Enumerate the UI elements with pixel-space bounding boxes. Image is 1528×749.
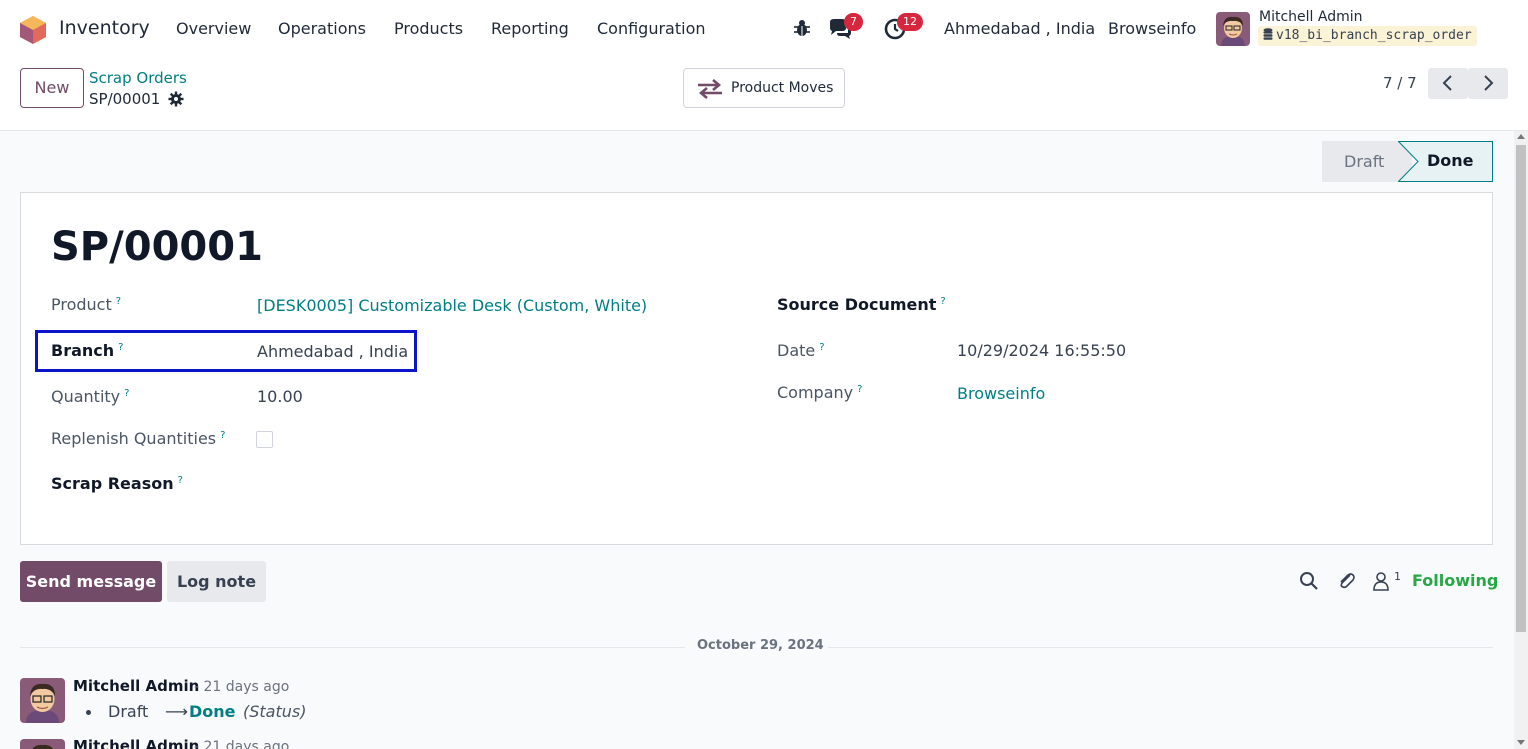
help-tooltip-icon[interactable]: ?: [178, 475, 183, 486]
help-tooltip-icon[interactable]: ?: [220, 430, 225, 441]
quantity-label: Quantity?: [51, 387, 130, 406]
record-title: SP/00001: [51, 224, 263, 270]
quantity-field[interactable]: 10.00: [257, 387, 303, 406]
tracking-old-value: Draft: [108, 702, 149, 721]
search-icon[interactable]: [1299, 571, 1319, 591]
product-field[interactable]: [DESK0005] Customizable Desk (Custom, Wh…: [257, 296, 647, 315]
menu-reporting[interactable]: Reporting: [491, 19, 569, 38]
database-name: v18_bi_branch_scrap_order: [1276, 28, 1472, 43]
database-tag: v18_bi_branch_scrap_order: [1258, 26, 1477, 46]
following-button[interactable]: Following: [1412, 571, 1498, 590]
date-separator-line-left: [20, 647, 685, 648]
message-time: - 21 days ago: [194, 739, 290, 749]
company-switcher[interactable]: Browseinfo: [1108, 19, 1196, 38]
activity-count-badge: 12: [897, 13, 923, 31]
scrollbar-thumb[interactable]: [1516, 145, 1526, 632]
replenish-checkbox[interactable]: [256, 431, 273, 448]
menu-products[interactable]: Products: [394, 19, 463, 38]
followers-person-icon[interactable]: [1371, 571, 1391, 591]
status-done-label[interactable]: Done: [1427, 151, 1474, 170]
pager-next-button[interactable]: [1468, 68, 1508, 99]
database-icon: [1263, 28, 1273, 40]
date-separator-line-right: [828, 647, 1493, 648]
branch-label: Branch?: [51, 341, 124, 360]
help-tooltip-icon[interactable]: ?: [819, 342, 824, 353]
menu-configuration[interactable]: Configuration: [597, 19, 706, 38]
scroll-up-arrow-icon[interactable]: [1517, 134, 1525, 139]
message-time: - 21 days ago: [194, 679, 290, 695]
help-tooltip-icon[interactable]: ?: [118, 342, 123, 353]
source-document-label: Source Document?: [777, 295, 946, 314]
new-button[interactable]: New: [20, 68, 84, 108]
top-navbar: Inventory Overview Operations Products R…: [0, 0, 1528, 57]
date-field[interactable]: 10/29/2024 16:55:50: [957, 341, 1126, 360]
message-author-avatar[interactable]: [20, 678, 65, 723]
app-name[interactable]: Inventory: [59, 17, 150, 39]
paperclip-icon[interactable]: [1337, 571, 1357, 591]
product-moves-button[interactable]: Product Moves: [683, 68, 845, 108]
gear-icon[interactable]: [168, 91, 184, 107]
transfer-arrows-icon: [698, 79, 722, 99]
scroll-down-arrow-icon[interactable]: [1517, 740, 1525, 745]
followers-count[interactable]: 1: [1394, 570, 1401, 583]
debug-bug-icon[interactable]: [792, 18, 812, 38]
help-tooltip-icon[interactable]: ?: [940, 296, 945, 307]
tracking-field-name: (Status): [243, 702, 307, 721]
breadcrumb-current-record: SP/00001: [89, 90, 161, 108]
tracking-bullet: [86, 710, 91, 715]
menu-operations[interactable]: Operations: [278, 19, 366, 38]
help-tooltip-icon[interactable]: ?: [857, 384, 862, 395]
product-moves-label: Product Moves: [731, 80, 834, 96]
message-author[interactable]: Mitchell Admin: [73, 737, 199, 749]
message-author[interactable]: Mitchell Admin: [73, 677, 199, 695]
menu-overview[interactable]: Overview: [176, 19, 251, 38]
log-note-button[interactable]: Log note: [167, 561, 266, 602]
branch-field[interactable]: Ahmedabad , India: [257, 342, 408, 361]
chat-count-badge: 7: [844, 13, 863, 31]
help-tooltip-icon[interactable]: ?: [124, 388, 129, 399]
pager-value[interactable]: 7 / 7: [1383, 74, 1417, 92]
company-label: Company?: [777, 383, 863, 402]
branch-switcher[interactable]: Ahmedabad , India: [944, 19, 1095, 38]
inventory-app-icon[interactable]: [19, 15, 47, 45]
date-label: Date?: [777, 341, 825, 360]
pager-previous-button[interactable]: [1428, 68, 1468, 99]
user-avatar[interactable]: [1216, 12, 1250, 46]
scrap-reason-label: Scrap Reason?: [51, 474, 183, 493]
product-label: Product?: [51, 295, 122, 314]
message-author-avatar[interactable]: [20, 739, 65, 749]
tracking-arrow-icon: ⟶: [165, 702, 188, 721]
send-message-button[interactable]: Send message: [20, 561, 162, 602]
company-field[interactable]: Browseinfo: [957, 384, 1045, 403]
chevron-left-icon: [1442, 75, 1452, 91]
tracking-new-value: Done: [189, 702, 236, 721]
breadcrumb-scrap-orders[interactable]: Scrap Orders: [89, 69, 187, 87]
date-separator: October 29, 2024: [697, 638, 824, 653]
chevron-right-icon: [1484, 75, 1494, 91]
help-tooltip-icon[interactable]: ?: [116, 296, 121, 307]
user-name[interactable]: Mitchell Admin: [1259, 9, 1363, 25]
replenish-label: Replenish Quantities?: [51, 429, 226, 448]
